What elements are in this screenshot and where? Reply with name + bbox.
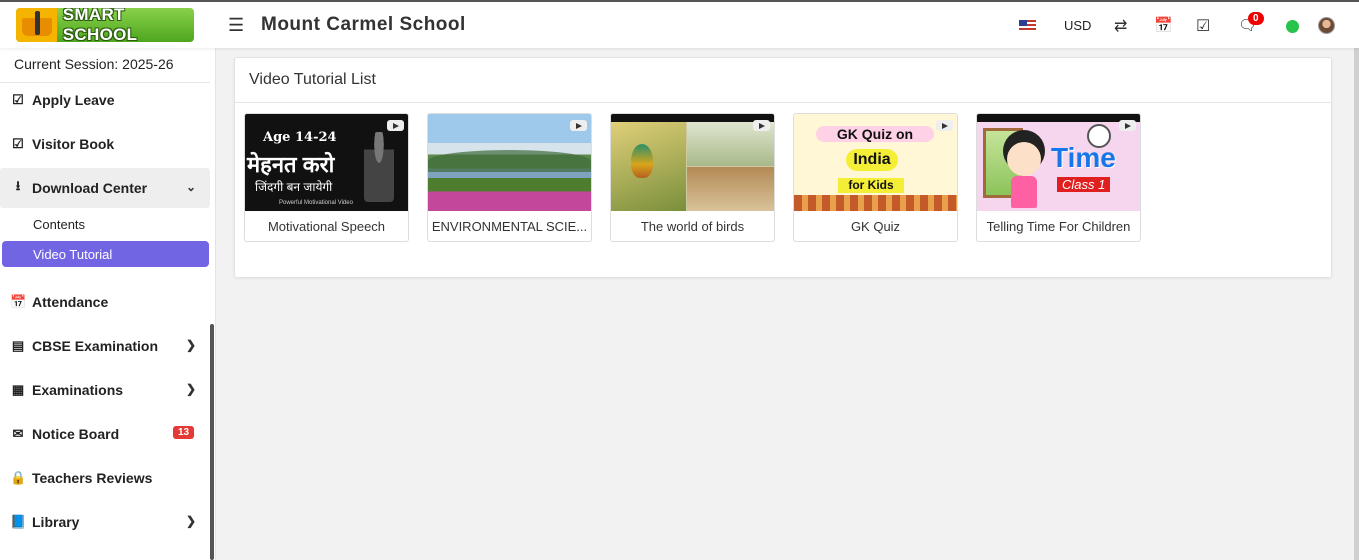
sidebar-item-label: CBSE Examination (32, 338, 159, 354)
monuments-strip (794, 195, 957, 211)
video-thumbnail[interactable]: GK Quiz on India for Kids (794, 114, 957, 211)
main-content: Video Tutorial List Age 14-24 मेहनत करो … (216, 48, 1359, 560)
calendar-icon[interactable]: 📅 (1154, 16, 1173, 34)
sidebar-item-label: Teachers Reviews (32, 470, 153, 486)
whatsapp-icon[interactable] (1286, 20, 1299, 33)
thumb-kids-text: for Kids (838, 178, 904, 193)
thumb-hindi-subtitle: जिंदगी बन जायेगी (255, 180, 333, 194)
newspaper-icon: ▤ (11, 338, 25, 353)
sidebar-item-label: Notice Board (32, 426, 120, 442)
thumb-india-text: India (846, 149, 898, 171)
video-title: ENVIRONMENTAL SCIE... (431, 218, 588, 234)
calendar-check-icon: 📅 (10, 294, 27, 309)
panel-title: Video Tutorial List (235, 58, 1331, 103)
thumb-small-text: Powerful Motivational Video (279, 200, 353, 206)
video-card-gk-quiz[interactable]: GK Quiz on India for Kids GK Quiz (793, 113, 958, 242)
download-icon: ⭳ (15, 178, 21, 193)
video-thumbnail[interactable]: Time Class 1 (977, 114, 1140, 211)
smart-school-logo[interactable]: SMART SCHOOL (16, 8, 194, 42)
sidebar: Current Session: 2025-26 ☑ Apply Leave ☑… (0, 48, 216, 560)
book-icon: 📘 (10, 514, 27, 529)
chevron-right-icon: ❯ (185, 338, 196, 352)
sidebar-subitem-label: Contents (33, 216, 86, 232)
checkbox-icon: ☑ (12, 92, 24, 107)
video-card-motivational-speech[interactable]: Age 14-24 मेहनत करो जिंदगी बन जायेगी Pow… (244, 113, 409, 242)
hamburger-icon[interactable]: ☰ (228, 15, 244, 36)
video-card-telling-time[interactable]: Time Class 1 Telling Time For Children (976, 113, 1141, 242)
sidebar-item-apply-leave[interactable]: ☑ Apply Leave (0, 80, 210, 120)
sidebar-subitem-contents[interactable]: Contents (2, 211, 209, 237)
video-thumbnail[interactable]: Age 14-24 मेहनत करो जिंदगी बन जायेगी Pow… (245, 114, 408, 211)
checkbox-icon: ☑ (12, 136, 24, 151)
top-header: SMART SCHOOL ☰ Mount Carmel School USD ⇄… (0, 0, 1359, 48)
chevron-right-icon: ❯ (185, 382, 196, 396)
video-title: GK Quiz (850, 218, 901, 234)
sidebar-item-library[interactable]: 📘 Library ❯ (0, 502, 210, 542)
sidebar-subitem-video-tutorial[interactable]: Video Tutorial (2, 241, 209, 267)
thumb-age-text: Age 14-24 (263, 130, 337, 145)
thumb-hindi-title: मेहनत करो (247, 152, 335, 177)
video-thumbnail[interactable] (611, 114, 774, 211)
sidebar-item-examinations[interactable]: ▦ Examinations ❯ (0, 370, 210, 410)
sidebar-scrollbar[interactable] (210, 324, 214, 560)
user-lock-icon: 🔒 (10, 470, 27, 485)
thumb-class-text: Class 1 (1057, 177, 1111, 192)
bat-image (687, 167, 774, 211)
video-title: Telling Time For Children (986, 218, 1131, 234)
youtube-play-icon (753, 120, 770, 131)
youtube-play-icon (570, 120, 587, 131)
sidebar-item-teachers-reviews[interactable]: 🔒 Teachers Reviews (0, 458, 210, 498)
currency-select[interactable]: USD (1064, 18, 1091, 33)
sidebar-item-notice-board[interactable]: ✉ Notice Board 13 (0, 414, 210, 454)
envelope-icon: ✉ (12, 426, 24, 441)
sidebar-item-cbse-examination[interactable]: ▤ CBSE Examination ❯ (0, 326, 210, 366)
logo-text: SMART SCHOOL (62, 8, 138, 42)
sidebar-item-download-center[interactable]: ⭳ Download Center ⌄ (0, 168, 210, 208)
sidebar-item-label: Download Center (32, 180, 148, 196)
sidebar-item-attendance[interactable]: 📅 Attendance (0, 282, 210, 322)
task-checkbox-icon[interactable]: ☑ (1196, 16, 1210, 36)
speaker-figure (364, 132, 394, 202)
map-icon: ▦ (11, 382, 25, 397)
girl-face-drawing (1007, 142, 1041, 176)
chevron-right-icon: ❯ (185, 514, 196, 528)
video-card-environmental-science[interactable]: ENVIRONMENTAL SCIE... (427, 113, 592, 242)
thumb-topbar (611, 114, 774, 122)
current-session: Current Session: 2025-26 (14, 56, 174, 72)
bird-image (611, 122, 686, 211)
school-title: Mount Carmel School (261, 14, 466, 35)
sidebar-item-label: Examinations (32, 382, 124, 398)
video-thumbnail[interactable] (428, 114, 591, 211)
video-title: Motivational Speech (267, 218, 386, 234)
sidebar-subitem-label: Video Tutorial (33, 246, 113, 262)
swap-icon[interactable]: ⇄ (1114, 16, 1127, 36)
thumb-topbar (977, 114, 1140, 122)
main-scrollbar[interactable] (1354, 48, 1359, 560)
youtube-play-icon (1119, 120, 1136, 131)
sidebar-item-label: Library (32, 514, 80, 530)
thumb-gk-title: GK Quiz on (816, 126, 934, 142)
youtube-play-icon (936, 120, 953, 131)
video-tutorial-panel: Video Tutorial List Age 14-24 मेहनत करो … (234, 57, 1332, 278)
us-flag-icon[interactable] (1019, 20, 1036, 32)
logo-book-icon (16, 8, 57, 42)
thumb-time-text: Time (1051, 142, 1116, 173)
girl-dress-drawing (1011, 176, 1037, 208)
landscape-hill (428, 150, 591, 172)
video-title: The world of birds (640, 218, 745, 234)
sidebar-item-label: Visitor Book (32, 136, 115, 152)
sidebar-item-label: Attendance (32, 294, 109, 310)
youtube-play-icon (387, 120, 404, 131)
notice-count-badge: 13 (173, 426, 195, 439)
chat-count-badge: 0 (1248, 12, 1264, 25)
user-avatar[interactable] (1318, 17, 1335, 34)
video-card-world-of-birds[interactable]: The world of birds (610, 113, 775, 242)
sidebar-item-label: Apply Leave (32, 92, 115, 108)
sidebar-item-visitor-book[interactable]: ☑ Visitor Book (0, 124, 210, 164)
chevron-down-icon: ⌄ (185, 180, 196, 194)
